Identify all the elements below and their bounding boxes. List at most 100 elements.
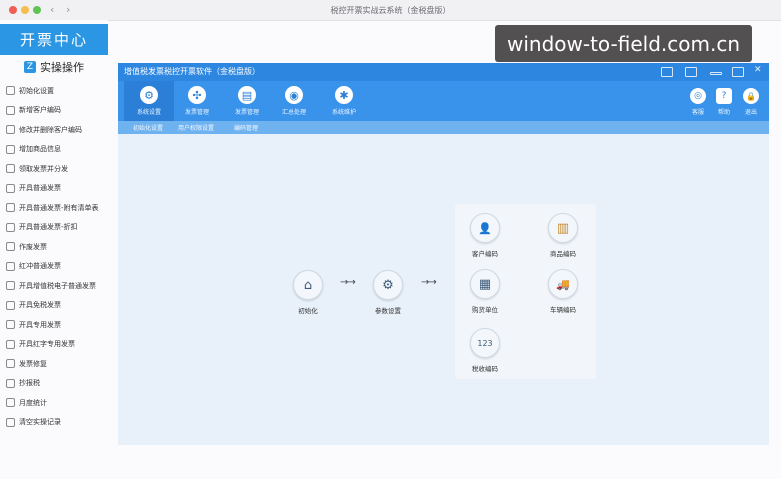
tool-label: 发票管理 (184, 109, 209, 116)
close-icon[interactable]: ✕ (754, 65, 764, 75)
sub-navigation: 初始化设置 用户权限设置 编码管理 (118, 121, 769, 134)
panel-product-code[interactable]: ▥ 商品编码 (548, 213, 578, 258)
maintenance-icon: ✱ (335, 86, 353, 104)
sidebar-item[interactable]: 开具红字专用发票 (0, 335, 108, 355)
panel-purchaser-unit[interactable]: ▦ 购货单位 (470, 269, 500, 314)
sidebar-item[interactable]: 开具免税发票 (0, 296, 108, 316)
menu-item-icon (6, 378, 15, 388)
node-label: 参数设置 (375, 307, 401, 315)
flow-arrow-icon: →→ (340, 277, 356, 288)
sidebar-item[interactable]: 作废发票 (0, 237, 108, 257)
menu-item-icon (6, 281, 15, 291)
sidebar-item-label: 作废发票 (19, 242, 47, 251)
sidebar-item[interactable]: 初始化设置 (0, 81, 108, 101)
subnav-init-settings[interactable]: 初始化设置 (133, 123, 163, 132)
panel-vehicle-code[interactable]: 🚚 车辆编码 (548, 269, 578, 314)
summary-icon: ◉ (285, 86, 303, 104)
invoice-app-window: 增值税发票税控开票软件（金税盘版） ✕ ⚙ 系统设置 ✣ 发票管理 ▤ 发票管理… (118, 63, 769, 445)
customer-service-button[interactable]: ◎ 客服 (685, 84, 711, 120)
sidebar-item-label: 新增客户编码 (19, 106, 61, 115)
tool-label: 系统维护 (331, 109, 356, 116)
sidebar-item-label: 开具免税发票 (19, 301, 61, 310)
tool-label: 客服 (691, 109, 704, 116)
subnav-code-management[interactable]: 编码管理 (234, 123, 258, 132)
sidebar: 开票中心 Z 实操操作 初始化设置 新增客户编码 修改并删除客户编码 增加商品信… (0, 20, 108, 479)
message-icon[interactable] (661, 67, 673, 77)
sidebar-item-label: 增加商品信息 (19, 145, 61, 154)
node-label: 车辆编码 (550, 306, 576, 314)
menu-item-icon (6, 242, 15, 252)
sidebar-item[interactable]: 清空实操记录 (0, 413, 108, 433)
menu-item-icon (6, 144, 15, 154)
menu-item-icon (6, 203, 15, 213)
sidebar-item-label: 开具普通发票 (19, 184, 61, 193)
headset-icon: ◎ (690, 88, 706, 104)
sidebar-item[interactable]: 新增客户编码 (0, 101, 108, 121)
section-header: Z 实操操作 (0, 57, 108, 77)
window-title: 税控开票实战云系统（金税盘版） (330, 6, 451, 15)
sidebar-item[interactable]: 开具普通发票-折扣 (0, 218, 108, 238)
sidebar-item[interactable]: 开具增值税电子普通发票 (0, 276, 108, 296)
menu-item-icon (6, 359, 15, 369)
menu-item-icon (6, 125, 15, 135)
minimize-icon[interactable] (710, 72, 722, 75)
document-gear-icon: ⚙ (373, 270, 403, 300)
node-label: 初始化 (298, 307, 318, 315)
menu-item-icon (6, 86, 15, 96)
sidebar-item-label: 领取发票并分发 (19, 164, 68, 173)
sidebar-item-label: 修改并删除客户编码 (19, 125, 82, 134)
truck-icon: 🚚 (548, 269, 578, 299)
menu-item-icon (6, 222, 15, 232)
sidebar-item[interactable]: 开具普通发票-附有清单表 (0, 198, 108, 218)
node-label: 商品编码 (550, 250, 576, 258)
monitor-icon: ⌂ (293, 270, 323, 300)
sidebar-item[interactable]: 红冲普通发票 (0, 257, 108, 277)
sidebar-item[interactable]: 月度统计 (0, 393, 108, 413)
menu-item-icon (6, 164, 15, 174)
tool-label: 帮助 (717, 109, 730, 116)
flow-node-initialize[interactable]: ⌂ 初始化 (293, 270, 323, 315)
product-barcode-icon: ▥ (548, 213, 578, 243)
tool-label: 系统设置 (136, 109, 161, 116)
subnav-user-permissions[interactable]: 用户权限设置 (178, 123, 214, 132)
sidebar-item[interactable]: 修改并删除客户编码 (0, 120, 108, 140)
sidebar-item-label: 开具普通发票-附有清单表 (19, 203, 99, 212)
brand-header: 开票中心 (0, 24, 108, 55)
panel-tax-code[interactable]: 123 税收编码 (470, 328, 500, 373)
tool-invoice-management-2[interactable]: ▤ 发票管理 (222, 81, 272, 121)
tool-invoice-management[interactable]: ✣ 发票管理 (172, 81, 222, 121)
sidebar-item[interactable]: 领取发票并分发 (0, 159, 108, 179)
sidebar-item[interactable]: 开具专用发票 (0, 315, 108, 335)
node-label: 购货单位 (472, 306, 498, 314)
menu-item-icon (6, 300, 15, 310)
menu-icon[interactable] (685, 67, 697, 77)
flow-arrow-icon: →→ (421, 277, 437, 288)
menu-item-icon (6, 261, 15, 271)
sidebar-item[interactable]: 抄报税 (0, 374, 108, 394)
sidebar-item[interactable]: 增加商品信息 (0, 140, 108, 160)
exit-button[interactable]: 🔒 退出 (738, 84, 764, 120)
sidebar-item[interactable]: 发票修复 (0, 354, 108, 374)
tool-summary-processing[interactable]: ◉ 汇总处理 (269, 81, 319, 121)
help-icon: ? (716, 88, 732, 104)
tool-system-maintenance[interactable]: ✱ 系统维护 (319, 81, 369, 121)
menu-item-icon (6, 320, 15, 330)
customer-card-icon: 👤 (470, 213, 500, 243)
sidebar-item-label: 开具增值税电子普通发票 (19, 281, 96, 290)
panel-customer-code[interactable]: 👤 客户编码 (470, 213, 500, 258)
sidebar-item-label: 抄报税 (19, 379, 40, 388)
sidebar-menu: 初始化设置 新增客户编码 修改并删除客户编码 增加商品信息 领取发票并分发 开具… (0, 81, 108, 432)
section-icon: Z (24, 61, 36, 73)
restore-icon[interactable] (732, 67, 744, 77)
network-icon: ✣ (188, 86, 206, 104)
help-button[interactable]: ? 帮助 (711, 84, 737, 120)
sidebar-item-label: 初始化设置 (19, 86, 54, 95)
sidebar-item-label: 开具红字专用发票 (19, 340, 75, 349)
flow-node-parameter-settings[interactable]: ⚙ 参数设置 (373, 270, 403, 315)
section-title: 实操操作 (40, 61, 84, 74)
sidebar-item[interactable]: 开具普通发票 (0, 179, 108, 199)
menu-item-icon (6, 398, 15, 408)
numeric-code-icon: 123 (470, 328, 500, 358)
tool-system-settings[interactable]: ⚙ 系统设置 (124, 81, 174, 121)
menu-item-icon (6, 339, 15, 349)
